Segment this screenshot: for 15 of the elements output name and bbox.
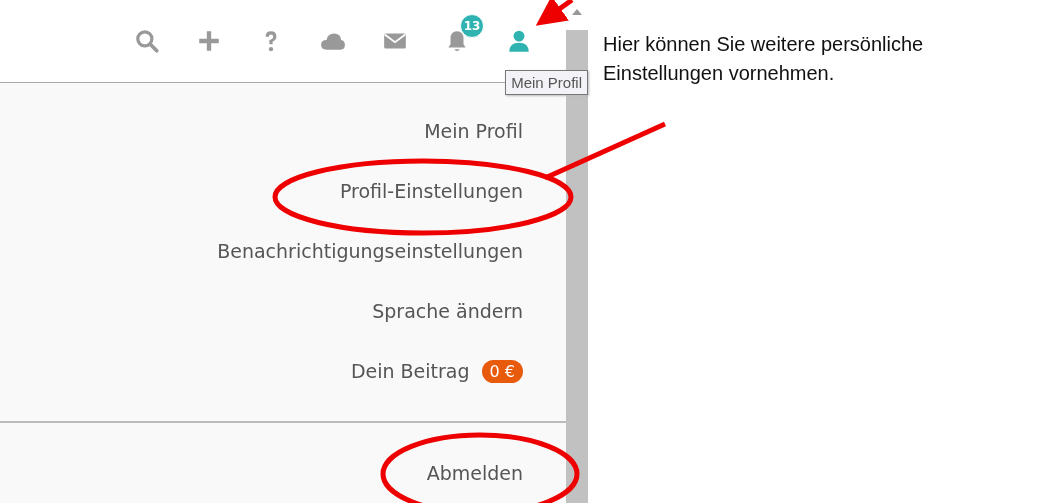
annotation-arrow bbox=[535, 0, 574, 26]
search-icon[interactable] bbox=[134, 28, 160, 54]
menu-item[interactable]: Profil-Einstellungen bbox=[339, 161, 523, 221]
scroll-up-icon[interactable] bbox=[571, 8, 583, 16]
notification-badge: 13 bbox=[460, 14, 484, 38]
logout-menu-item[interactable]: Abmelden bbox=[426, 443, 523, 503]
menu-item[interactable]: Dein Beitrag bbox=[350, 360, 470, 382]
tooltip: Mein Profil bbox=[505, 70, 588, 95]
amount-badge: 0 € bbox=[481, 359, 523, 383]
plus-icon[interactable] bbox=[196, 28, 222, 54]
menu-item[interactable]: Mein Profil bbox=[424, 101, 523, 161]
menu-item[interactable]: Benachrichtigungseinstellungen bbox=[217, 221, 523, 281]
annotation-text: Hier können Sie weitere persönliche Einstellungen vornehmen. bbox=[603, 32, 925, 86]
user-icon[interactable] bbox=[506, 28, 532, 54]
menu-item[interactable]: Sprache ändern bbox=[372, 281, 523, 341]
